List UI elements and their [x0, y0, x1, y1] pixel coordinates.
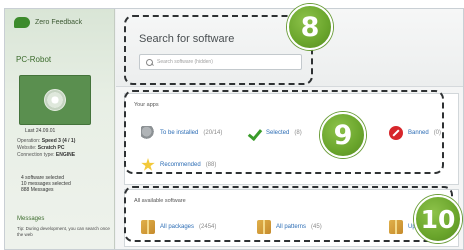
system-line: Website: Scratch PC — [17, 145, 65, 151]
callout-badge: 10 — [414, 195, 462, 243]
sidebar: Zero Feedback PC-Robot Last 24.09.01 Ope… — [5, 9, 115, 249]
callout-frame-search — [124, 15, 313, 85]
count-line[interactable]: 888 Messages — [21, 187, 71, 193]
messages-body: Tip: During development, you can search … — [17, 226, 110, 237]
pc-status: Last 24.09.01 — [25, 128, 56, 134]
speech-bubble-icon — [14, 17, 30, 28]
selection-counts: 4 software selected 10 messages selected… — [21, 175, 71, 193]
callout-frame-your-apps — [124, 90, 444, 174]
brand: Zero Feedback — [14, 17, 82, 28]
pc-tile[interactable] — [19, 75, 91, 125]
callout-badge: 9 — [320, 112, 366, 158]
system-line: Connection type: ENGINE — [17, 152, 76, 158]
brand-name: Zero Feedback — [35, 19, 83, 26]
system-info: Operation: Speed 3 (4 / 1) Website: Scra… — [17, 138, 75, 159]
pc-name: PC-Robot — [16, 55, 52, 64]
system-line: Operation: Speed 3 (4 / 1) — [17, 138, 76, 144]
callout-badge: 8 — [287, 4, 333, 50]
disc-icon — [44, 89, 66, 111]
callout-frame-all-software — [124, 186, 453, 242]
messages-title: Messages — [17, 216, 45, 222]
